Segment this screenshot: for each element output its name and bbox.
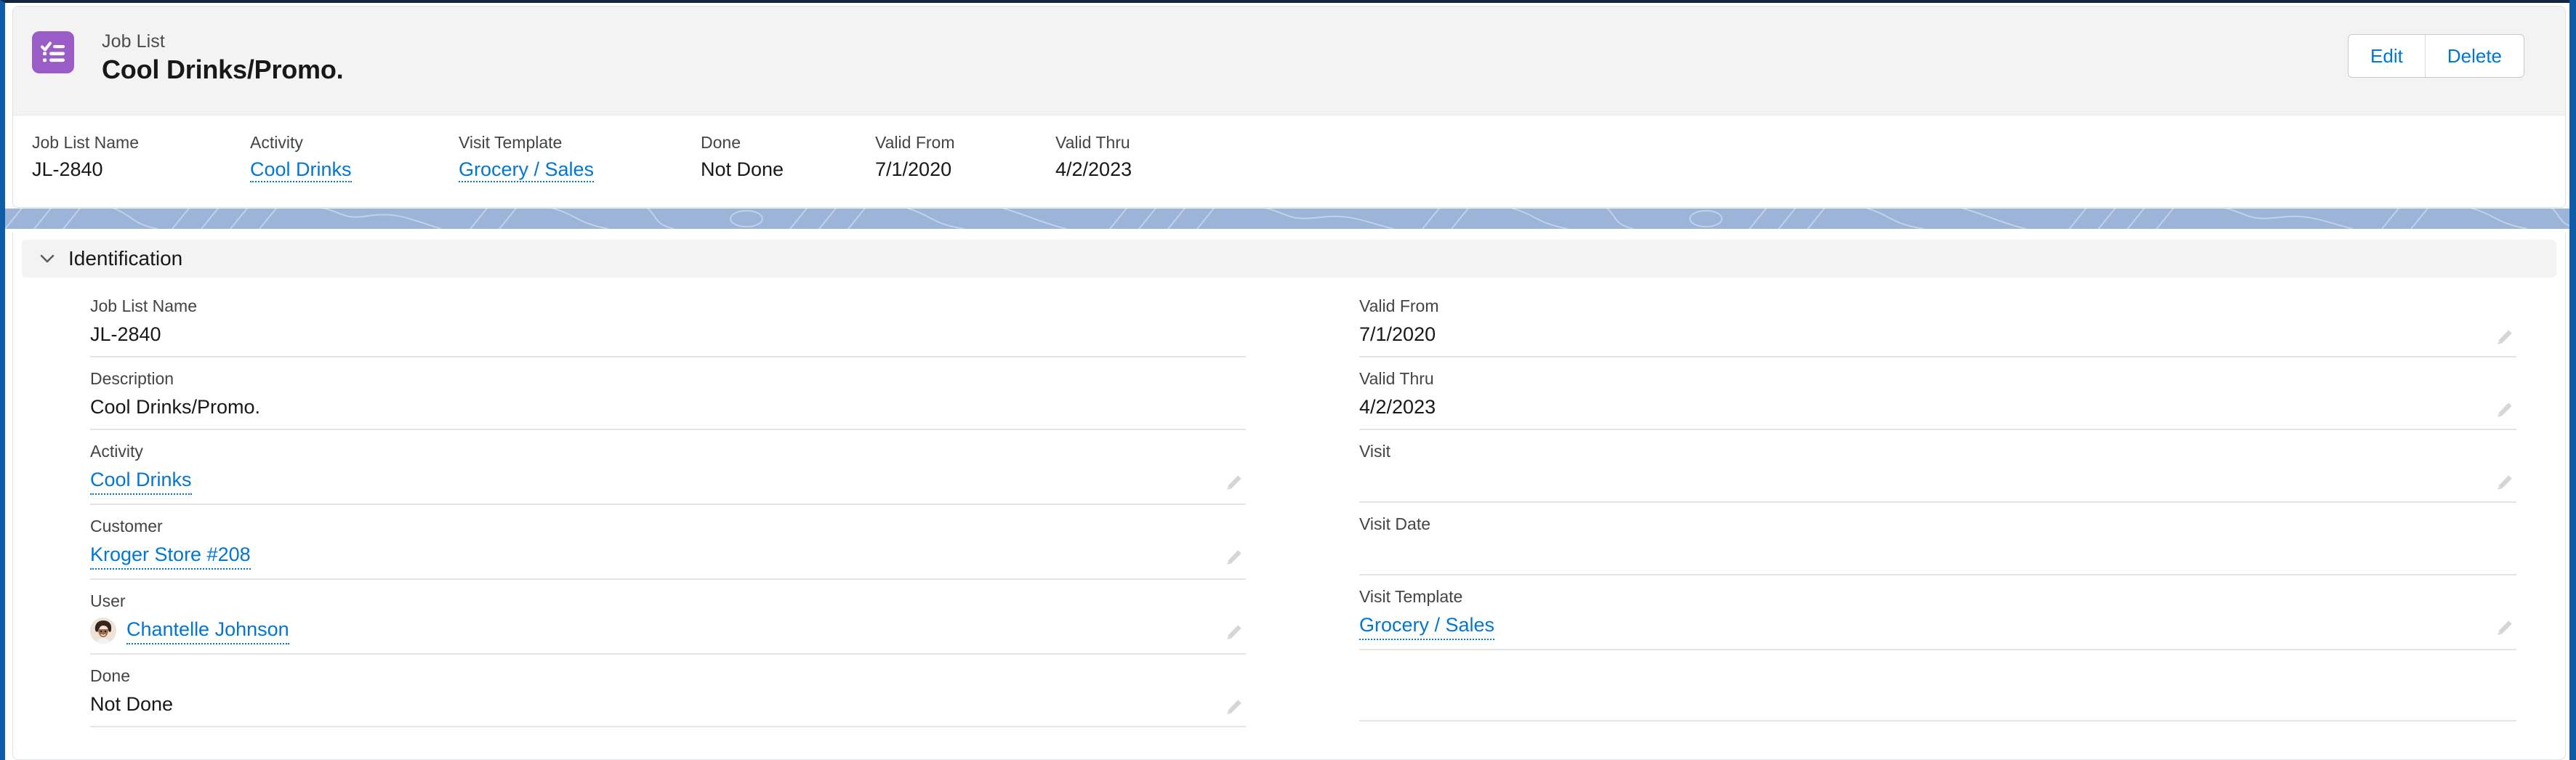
- avatar: [90, 617, 116, 644]
- highlight-label: Done: [701, 133, 741, 152]
- highlight-job-list-name: Job List Name JL-2840: [32, 132, 139, 182]
- field-activity: Activity Cool Drinks: [90, 430, 1246, 505]
- field-value: [1359, 466, 2516, 493]
- record-actions: Edit Delete: [2348, 34, 2524, 78]
- highlight-label: Visit Template: [459, 133, 563, 152]
- pencil-icon[interactable]: [2492, 616, 2516, 641]
- pencil-icon[interactable]: [2492, 326, 2516, 350]
- field-job-list-name: Job List Name JL-2840: [90, 285, 1246, 357]
- edit-button[interactable]: Edit: [2348, 35, 2425, 77]
- field-value: JL-2840: [90, 323, 161, 345]
- field-visit-template: Visit Template Grocery / Sales: [1359, 575, 2516, 650]
- field-customer-link[interactable]: Kroger Store #208: [90, 541, 251, 570]
- pencil-icon[interactable]: [2492, 471, 2516, 496]
- page-title: Cool Drinks/Promo.: [102, 54, 344, 84]
- highlight-valid-from: Valid From 7/1/2020: [875, 132, 955, 182]
- record-header-card: Job List Cool Drinks/Promo. Edit Delete …: [12, 6, 2566, 208]
- field-value: 4/2/2023: [1359, 396, 1436, 418]
- pencil-icon[interactable]: [2492, 398, 2516, 423]
- field-done: Done Not Done: [90, 655, 1246, 727]
- field-label: Visit: [1359, 442, 1391, 461]
- section-title: Identification: [68, 247, 183, 270]
- record-page: Job List Cool Drinks/Promo. Edit Delete …: [5, 3, 2571, 760]
- field-label: Valid Thru: [1359, 369, 1434, 388]
- field-label: Done: [90, 666, 130, 685]
- field-activity-link[interactable]: Cool Drinks: [90, 466, 192, 495]
- highlight-visit-template-link[interactable]: Grocery / Sales: [459, 158, 595, 182]
- field-value: Not Done: [90, 693, 174, 715]
- field-grid: Job List Name JL-2840 Description Cool D…: [13, 285, 2565, 727]
- field-label: Activity: [90, 442, 143, 461]
- highlight-value: 7/1/2020: [875, 158, 952, 180]
- highlight-value: Not Done: [701, 158, 784, 180]
- highlight-valid-thru: Valid Thru 4/2/2023: [1055, 132, 1132, 182]
- field-label: Description: [90, 369, 174, 388]
- app-window: Job List Cool Drinks/Promo. Edit Delete …: [0, 0, 2576, 760]
- highlight-done: Done Not Done: [701, 132, 784, 182]
- field-valid-thru: Valid Thru 4/2/2023: [1359, 357, 2516, 430]
- highlight-label: Activity: [250, 133, 303, 152]
- field-visit: Visit: [1359, 430, 2516, 503]
- field-description: Description Cool Drinks/Promo.: [90, 357, 1246, 430]
- field-visit-date: Visit Date: [1359, 503, 2516, 575]
- object-type-label: Job List: [102, 31, 165, 52]
- highlight-label: Valid Thru: [1055, 133, 1130, 152]
- highlight-value: 4/2/2023: [1055, 158, 1132, 180]
- field-value: [1359, 539, 2516, 565]
- highlight-visit-template: Visit Template Grocery / Sales: [459, 132, 595, 182]
- checklist-icon: [32, 31, 74, 73]
- field-label: Visit Date: [1359, 514, 1431, 533]
- field-value: [1359, 665, 2516, 691]
- pencil-icon[interactable]: [1221, 546, 1246, 570]
- highlight-label: Job List Name: [32, 133, 140, 152]
- field-label: Valid From: [1359, 296, 1439, 315]
- field-value: Cool Drinks/Promo.: [90, 396, 261, 418]
- pencil-icon[interactable]: [1221, 695, 1246, 720]
- highlights-panel: Job List Name JL-2840 Activity Cool Drin…: [13, 116, 2565, 207]
- highlight-activity-link[interactable]: Cool Drinks: [250, 158, 352, 182]
- section-header-identification[interactable]: Identification: [22, 240, 2556, 278]
- field-column-left: Job List Name JL-2840 Description Cool D…: [13, 285, 1289, 727]
- delete-button[interactable]: Delete: [2424, 35, 2524, 77]
- field-visit-template-link[interactable]: Grocery / Sales: [1359, 612, 1495, 640]
- field-column-right: Valid From 7/1/2020 Valid Thru 4/2/2023: [1289, 285, 2565, 727]
- field-label: User: [90, 591, 126, 610]
- window-scrollbar[interactable]: [2569, 0, 2576, 760]
- highlight-label: Valid From: [875, 133, 955, 152]
- highlight-value: JL-2840: [32, 158, 103, 180]
- field-blank-right: [1359, 650, 2516, 721]
- pencil-icon[interactable]: [1221, 620, 1246, 645]
- pencil-icon[interactable]: [1221, 471, 1246, 496]
- field-valid-from: Valid From 7/1/2020: [1359, 285, 2516, 357]
- field-label: Visit Template: [1359, 587, 1463, 606]
- highlight-activity: Activity Cool Drinks: [250, 132, 352, 182]
- field-user: User Chantelle Johnson: [90, 580, 1246, 655]
- field-customer: Customer Kroger Store #208: [90, 505, 1246, 580]
- field-label: Job List Name: [90, 296, 198, 315]
- chevron-down-icon[interactable]: [38, 249, 57, 268]
- field-user-link[interactable]: Chantelle Johnson: [126, 616, 289, 644]
- record-header-top: Job List Cool Drinks/Promo. Edit Delete: [13, 7, 2565, 116]
- topographic-banner-decoration: [5, 209, 2571, 229]
- details-card: Identification Job List Name JL-2840 Des…: [12, 233, 2566, 760]
- field-value: 7/1/2020: [1359, 323, 1436, 345]
- record-titles: Job List Cool Drinks/Promo.: [102, 30, 344, 86]
- field-label: Customer: [90, 517, 163, 535]
